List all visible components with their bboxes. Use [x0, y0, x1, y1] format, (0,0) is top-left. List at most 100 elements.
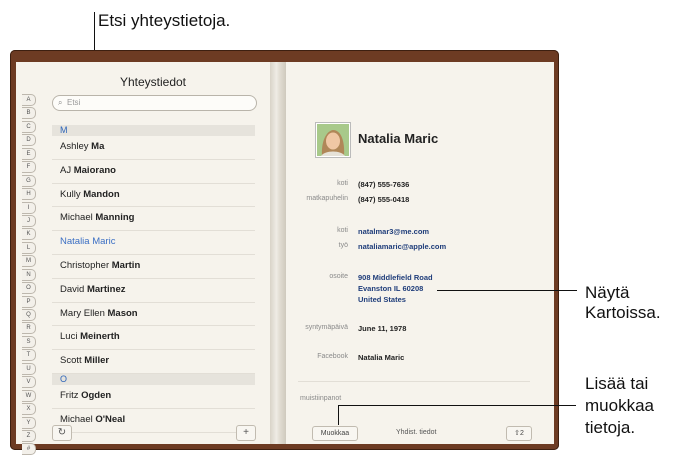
index-tab-l[interactable]: L: [22, 241, 36, 254]
contact-last-name: Mandon: [83, 188, 120, 200]
index-tab-b[interactable]: B: [22, 107, 36, 120]
index-tab-z[interactable]: Z: [22, 429, 36, 442]
contact-first-name: Michael: [60, 413, 93, 425]
index-tab-w[interactable]: W: [22, 389, 36, 402]
index-tab-q[interactable]: Q: [22, 309, 36, 321]
contacts-list: M Ashley Ma AJ Maiorano Kully Mandon Michae…: [52, 125, 255, 433]
contact-last-name: Martin: [111, 259, 141, 271]
contact-first-name: Kully: [60, 188, 81, 200]
index-tab-o[interactable]: O: [22, 282, 36, 295]
merge-contacts-label[interactable]: Yhdist. tiedot: [396, 426, 436, 439]
index-tab-a[interactable]: A: [22, 94, 36, 106]
contact-name: Natalia Maric: [358, 131, 439, 146]
contact-last-name: O'Neal: [95, 413, 126, 425]
contact-first-name: Luci: [60, 331, 78, 343]
callout-map-line: [437, 290, 577, 291]
index-tab-hash[interactable]: #: [22, 443, 36, 456]
contact-first-name: Fritz: [60, 389, 79, 401]
home-email-value[interactable]: natalmar3@me.com: [358, 227, 429, 236]
index-tab-j[interactable]: J: [22, 214, 36, 227]
refresh-button[interactable]: ↻: [52, 425, 72, 441]
callout-map-line2: Kartoissa.: [585, 303, 661, 322]
contact-row[interactable]: David Martinez: [52, 279, 255, 303]
contact-last-name: Maiorano: [73, 164, 116, 176]
contact-last-name: Manning: [95, 212, 135, 224]
address-line1[interactable]: 908 Middlefield Road: [358, 273, 433, 282]
index-tab-t[interactable]: T: [22, 349, 36, 362]
book-gutter: [270, 62, 286, 444]
callout-edit-line2: muokkaa: [585, 396, 654, 415]
contact-photo[interactable]: [316, 123, 350, 157]
contact-last-name: Ogden: [81, 389, 112, 401]
contact-row[interactable]: Christopher Martin: [52, 255, 255, 279]
callout-edit-line3: tietoja.: [585, 418, 636, 437]
contact-first-name: David: [60, 283, 85, 295]
contact-row[interactable]: Ashley Ma: [52, 136, 255, 160]
contact-row[interactable]: Fritz Ogden: [52, 385, 255, 409]
index-tab-x[interactable]: X: [22, 403, 36, 416]
contact-row[interactable]: Luci Meinerth: [52, 326, 255, 351]
contact-first-name: Mary Ellen: [60, 307, 105, 319]
contact-first-name: Natalia: [60, 236, 90, 248]
contact-row[interactable]: Michael Manning: [52, 207, 255, 232]
index-tab-h[interactable]: H: [22, 188, 36, 201]
home-email-label: koti: [337, 227, 348, 234]
contact-row[interactable]: Natalia Maric: [52, 231, 255, 255]
index-tab-u[interactable]: U: [22, 362, 36, 375]
notes-label: muistiinpanot: [300, 395, 342, 402]
add-contact-button[interactable]: +: [236, 425, 256, 441]
index-tab-i[interactable]: I: [22, 201, 36, 214]
list-toolbar: ↻ +: [52, 425, 257, 441]
contact-row[interactable]: AJ Maiorano: [52, 160, 255, 184]
birthday-label: syntymäpäivä: [305, 324, 348, 331]
index-tab-r[interactable]: R: [22, 322, 36, 335]
detail-toolbar: Muokkaa Yhdist. tiedot ⇧2: [312, 425, 534, 441]
index-tab-d[interactable]: D: [22, 134, 36, 147]
index-tab-p[interactable]: P: [22, 295, 36, 308]
index-tab-g[interactable]: G: [22, 174, 36, 187]
mobile-value[interactable]: (847) 555-0418: [358, 195, 409, 204]
index-tab-f[interactable]: F: [22, 161, 36, 174]
search-input[interactable]: ⌕ Etsi: [52, 95, 257, 111]
share-count: 2: [519, 430, 524, 437]
work-email-label: työ: [338, 242, 348, 249]
callout-edit-line1: Lisää tai: [585, 374, 649, 393]
contact-first-name: Christopher: [60, 259, 110, 271]
callout-search: Etsi yhteystietoja.: [98, 11, 231, 30]
contact-row[interactable]: Scott Miller: [52, 350, 255, 374]
index-tab-m[interactable]: M: [22, 255, 36, 268]
birthday-value: June 11, 1978: [358, 324, 407, 333]
index-tab-e[interactable]: E: [22, 147, 36, 160]
contact-row[interactable]: Mary Ellen Mason: [52, 303, 255, 327]
address-line2[interactable]: Evanston IL 60208: [358, 284, 423, 293]
index-tab-y[interactable]: Y: [22, 416, 36, 429]
contact-row[interactable]: Kully Mandon: [52, 184, 255, 208]
address-line3[interactable]: United States: [358, 295, 406, 304]
callout-map-line1: Näytä: [585, 283, 630, 302]
work-email-value[interactable]: nataliamaric@apple.com: [358, 242, 446, 251]
section-header-o: O: [52, 373, 255, 385]
contact-first-name: AJ: [60, 164, 72, 176]
index-tab-k[interactable]: K: [22, 228, 36, 241]
index-tab-s[interactable]: S: [22, 335, 36, 348]
contact-first-name: Ashley: [60, 141, 89, 152]
home-phone-value[interactable]: (847) 555-7636: [358, 180, 409, 189]
notes-divider: [298, 381, 530, 382]
contact-last-name: Meinerth: [80, 331, 120, 343]
contact-first-name: Michael: [60, 212, 93, 224]
index-tab-n[interactable]: N: [22, 268, 36, 281]
facebook-value[interactable]: Natalia Maric: [358, 353, 404, 362]
contact-first-name: Scott: [60, 355, 82, 367]
alphabet-index[interactable]: A B C D E F G H I J K L M N O P Q R S T U V W X Y Z #: [22, 94, 36, 457]
search-placeholder: Etsi: [67, 98, 81, 107]
contact-last-name: Miller: [84, 355, 110, 367]
page-title: Yhteystiedot: [119, 75, 187, 89]
contact-detail-page: [286, 62, 554, 444]
edit-button[interactable]: Muokkaa: [312, 426, 358, 441]
contact-last-name: Martinez: [86, 283, 126, 295]
index-tab-v[interactable]: V: [22, 376, 36, 389]
share-button[interactable]: ⇧2: [506, 426, 532, 441]
callout-edit-line-vertical: [338, 405, 339, 425]
contact-last-name: Ma: [91, 141, 105, 152]
index-tab-c[interactable]: C: [22, 120, 36, 133]
